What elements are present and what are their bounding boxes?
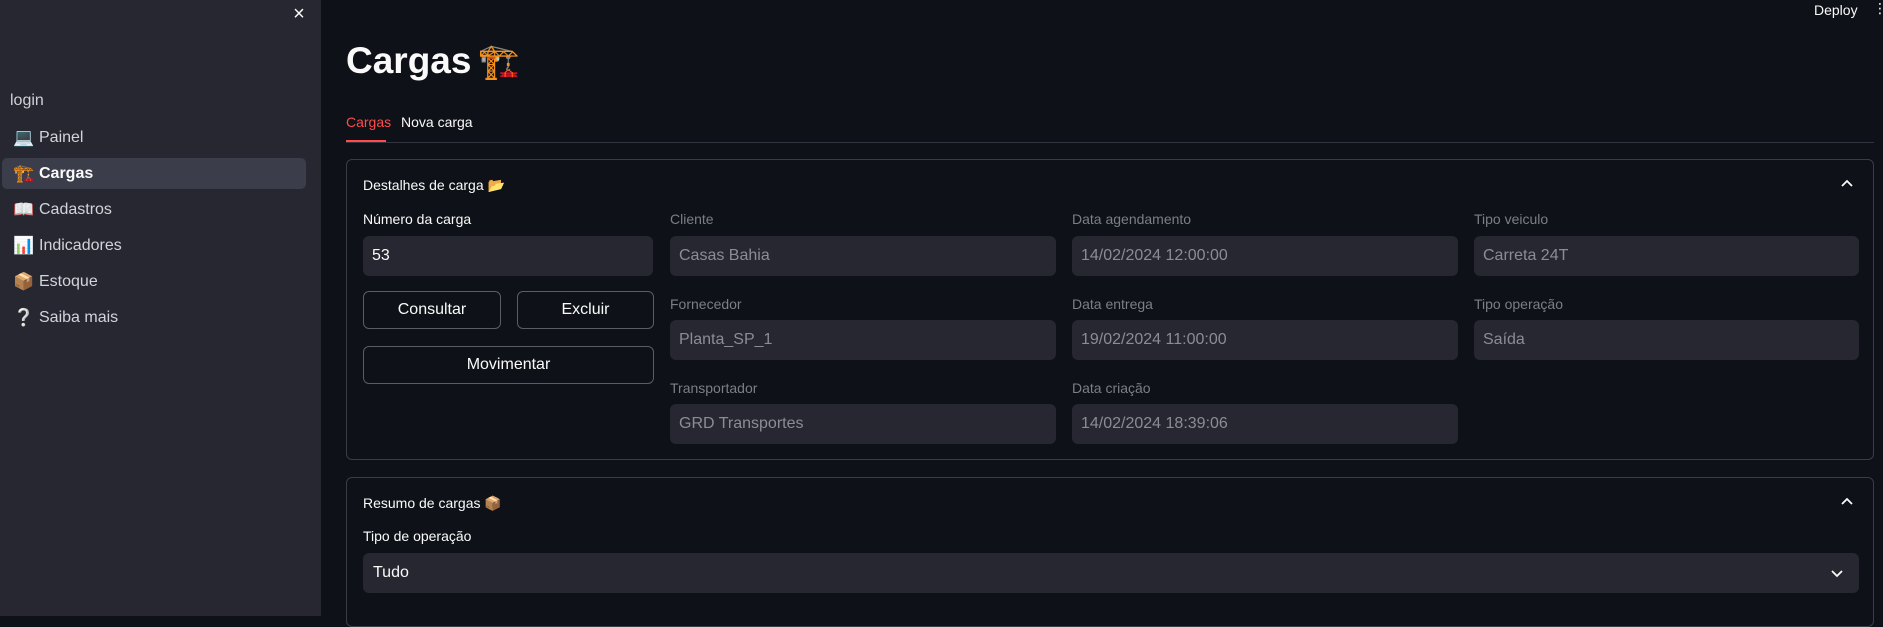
details-expander: Destalhes de carga 📂 Número da carga 53 … <box>346 159 1874 460</box>
sidebar-item-label: Saiba mais <box>39 308 119 326</box>
sidebar-item-label: Cargas <box>39 164 94 182</box>
tab-nova-carga[interactable]: Nova carga <box>401 114 473 130</box>
details-expander-title[interactable]: Destalhes de carga 📂 <box>363 177 505 194</box>
data-entrega-label: Data entrega <box>1072 296 1153 312</box>
tipo-operacao-filter-label: Tipo de operação <box>363 528 472 544</box>
sidebar-item-painel[interactable]: 💻 Painel <box>2 122 306 153</box>
chevron-down-icon <box>1829 565 1845 581</box>
tipo-veiculo-field: Carreta 24T <box>1474 236 1859 276</box>
active-tab-indicator <box>346 140 386 142</box>
login-link[interactable]: login <box>10 92 44 110</box>
sidebar-item-cadastros[interactable]: 📖 Cadastros <box>2 194 306 225</box>
resumo-expander: Resumo de cargas 📦 Tipo de operação Tudo <box>346 477 1874 627</box>
question-mark-icon: ❔ <box>13 307 35 327</box>
package-icon: 📦 <box>13 271 35 291</box>
sidebar-item-estoque[interactable]: 📦 Estoque <box>2 266 306 297</box>
tipo-operacao-select[interactable]: Tudo <box>363 553 1859 593</box>
sidebar-nav: 💻 Painel 🏗️ Cargas 📖 Cadastros 📊 Indicad… <box>2 122 306 338</box>
close-sidebar-icon[interactable]: × <box>289 4 309 24</box>
bar-chart-icon: 📊 <box>13 235 35 255</box>
transportador-field: GRD Transportes <box>670 404 1056 444</box>
data-agendamento-label: Data agendamento <box>1072 211 1192 227</box>
sidebar-item-label: Estoque <box>39 272 98 290</box>
excluir-button[interactable]: Excluir <box>517 291 654 329</box>
movimentar-button[interactable]: Movimentar <box>363 346 654 384</box>
deploy-button[interactable]: Deploy <box>1814 2 1858 18</box>
construction-crane-icon: 🏗️ <box>13 163 35 183</box>
tipo-operacao-field: Saída <box>1474 320 1859 360</box>
numero-carga-input[interactable]: 53 <box>363 236 653 276</box>
fornecedor-field: Planta_SP_1 <box>670 320 1056 360</box>
main-menu-icon[interactable]: ⋮ <box>1873 0 1883 17</box>
select-value: Tudo <box>373 564 409 581</box>
resumo-expander-title[interactable]: Resumo de cargas 📦 <box>363 495 502 512</box>
chevron-up-icon[interactable] <box>1839 494 1855 510</box>
sidebar-item-label: Indicadores <box>39 236 122 254</box>
tipo-operacao-label: Tipo operação <box>1474 296 1563 312</box>
sidebar-item-saiba-mais[interactable]: ❔ Saiba mais <box>2 302 306 333</box>
page-title-text: Cargas <box>346 40 472 81</box>
fornecedor-label: Fornecedor <box>670 296 742 312</box>
tipo-veiculo-label: Tipo veiculo <box>1474 211 1549 227</box>
cliente-field: Casas Bahia <box>670 236 1056 276</box>
data-entrega-field: 19/02/2024 11:00:00 <box>1072 320 1458 360</box>
sidebar: × login 💻 Painel 🏗️ Cargas 📖 Cadastros 📊… <box>0 0 321 616</box>
sidebar-item-label: Painel <box>39 128 84 146</box>
tab-cargas[interactable]: Cargas <box>346 114 391 130</box>
open-book-icon: 📖 <box>13 199 35 219</box>
numero-carga-label: Número da carga <box>363 211 472 227</box>
data-criacao-field: 14/02/2024 18:39:06 <box>1072 404 1458 444</box>
sidebar-item-cargas[interactable]: 🏗️ Cargas <box>2 158 306 189</box>
chevron-up-icon[interactable] <box>1839 176 1855 192</box>
page-title: Cargas 🏗️ <box>346 40 520 82</box>
cliente-label: Cliente <box>670 211 714 227</box>
consultar-button[interactable]: Consultar <box>363 291 501 329</box>
sidebar-item-indicadores[interactable]: 📊 Indicadores <box>2 230 306 261</box>
sidebar-item-label: Cadastros <box>39 200 112 218</box>
construction-crane-icon: 🏗️ <box>477 43 520 81</box>
tab-bar: Cargas Nova carga <box>346 110 1874 143</box>
transportador-label: Transportador <box>670 380 758 396</box>
data-criacao-label: Data criação <box>1072 380 1151 396</box>
laptop-icon: 💻 <box>13 127 35 147</box>
data-agendamento-field: 14/02/2024 12:00:00 <box>1072 236 1458 276</box>
